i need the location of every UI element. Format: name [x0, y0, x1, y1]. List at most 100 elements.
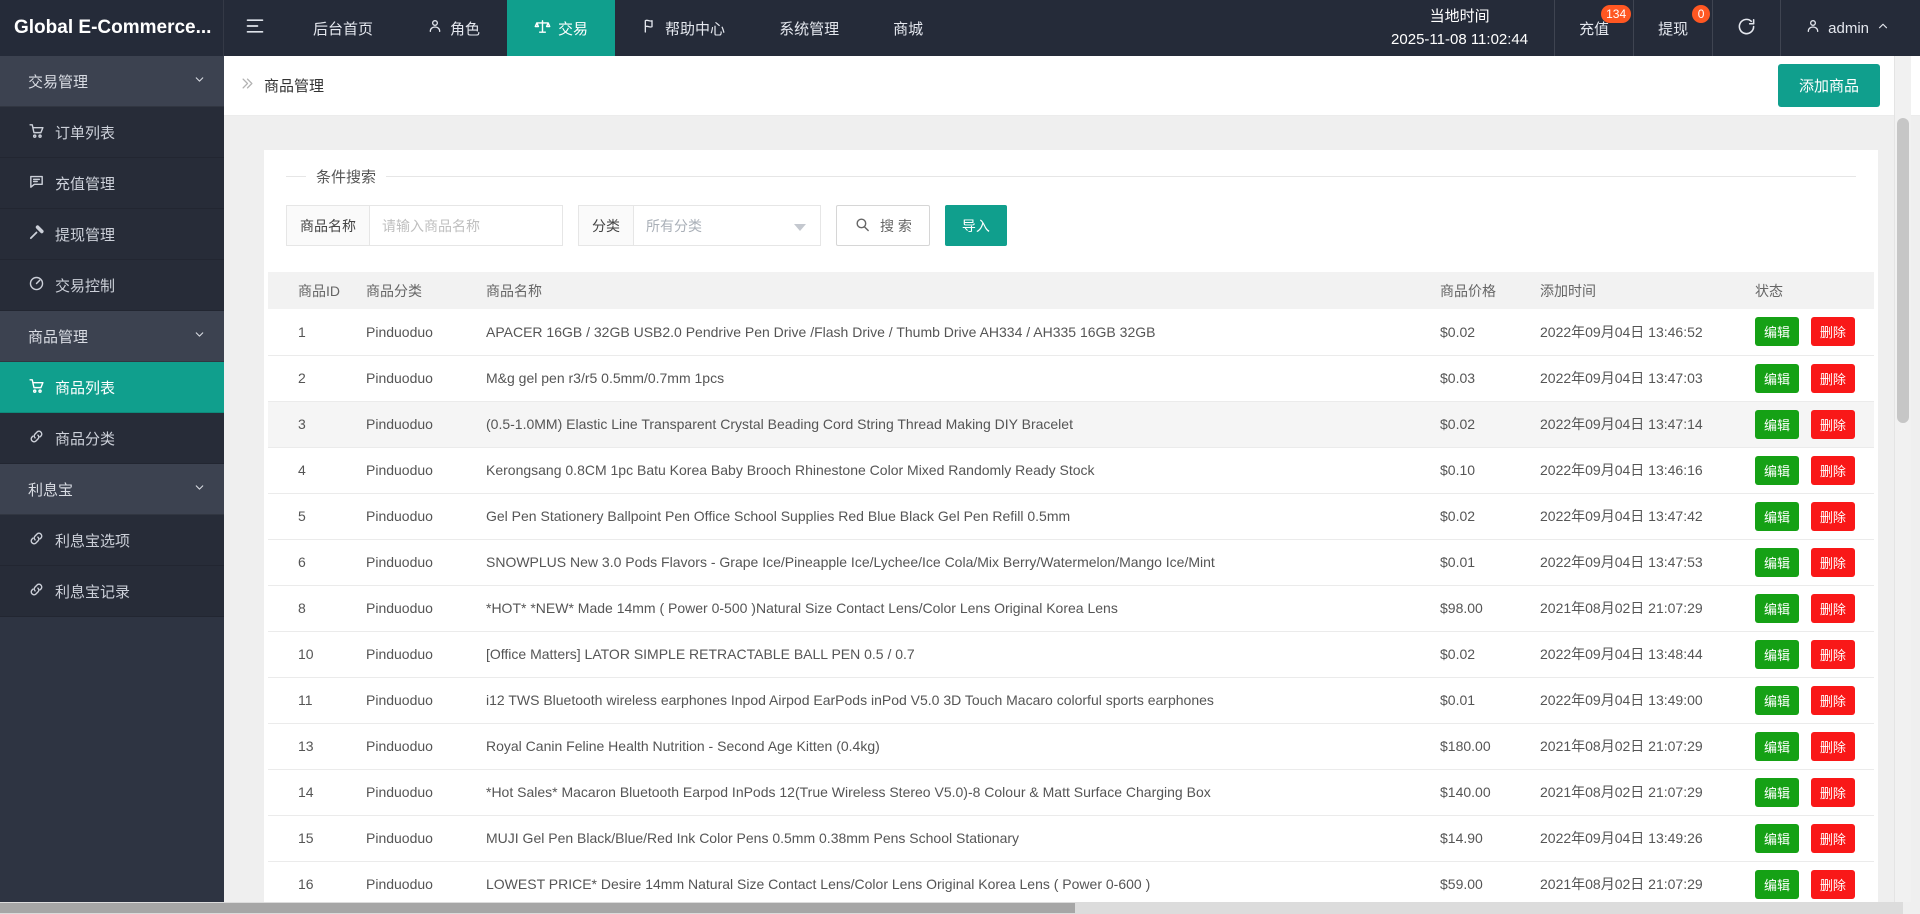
nav-item-trade[interactable]: 交易 — [507, 0, 616, 56]
add-product-button[interactable]: 添加商品 — [1777, 64, 1880, 107]
delete-button[interactable]: 删除 — [1810, 731, 1855, 761]
nav-item-mall[interactable]: 商城 — [866, 0, 950, 56]
edit-button[interactable]: 编辑 — [1755, 869, 1800, 899]
horizontal-scrollbar-thumb[interactable] — [0, 903, 1075, 913]
cell-product-name: LOWEST PRICE* Desire 14mm Natural Size C… — [478, 861, 1432, 908]
nav-item-roles[interactable]: 角色 — [400, 0, 507, 56]
product-name-group: 商品名称 — [286, 205, 563, 246]
nav-item-system[interactable]: 系统管理 — [752, 0, 866, 56]
delete-button[interactable]: 删除 — [1810, 685, 1855, 715]
breadcrumb: 商品管理 — [240, 75, 324, 96]
cell-product-price: $0.01 — [1432, 677, 1532, 724]
delete-button[interactable]: 删除 — [1810, 455, 1855, 485]
table-row: 1 Pinduoduo APACER 16GB / 32GB USB2.0 Pe… — [268, 309, 1874, 356]
sidebar-item-order-list[interactable]: 订单列表 — [0, 107, 224, 158]
user-menu[interactable]: admin — [1780, 0, 1920, 56]
cell-product-category: Pinduoduo — [358, 861, 478, 908]
sidebar-group-trade-management[interactable]: 交易管理 — [0, 56, 224, 107]
local-time-label: 当地时间 — [1429, 7, 1490, 25]
cell-product-category: Pinduoduo — [358, 355, 478, 402]
delete-button[interactable]: 删除 — [1810, 363, 1855, 393]
table-row: 5 Pinduoduo Gel Pen Stationery Ballpoint… — [268, 493, 1874, 540]
recharge-button[interactable]: 充值 134 — [1554, 0, 1633, 56]
nav-item-help-center[interactable]: 帮助中心 — [615, 0, 752, 56]
sidebar-item-interest-records[interactable]: 利息宝记录 — [0, 566, 224, 617]
cell-product-price: $0.02 — [1432, 493, 1532, 540]
delete-button[interactable]: 删除 — [1810, 869, 1855, 899]
edit-button[interactable]: 编辑 — [1755, 501, 1800, 531]
delete-button[interactable]: 删除 — [1810, 823, 1855, 853]
sidebar-item-trade-control[interactable]: 交易控制 — [0, 260, 224, 311]
sidebar-group-interest-treasure[interactable]: 利息宝 — [0, 464, 224, 515]
edit-button[interactable]: 编辑 — [1755, 823, 1800, 853]
product-name-label: 商品名称 — [287, 206, 370, 245]
edit-button[interactable]: 编辑 — [1755, 409, 1800, 439]
horizontal-scrollbar[interactable] — [0, 902, 1903, 914]
delete-button[interactable]: 删除 — [1810, 639, 1855, 669]
withdraw-button[interactable]: 提现 0 — [1633, 0, 1712, 56]
user-icon — [1805, 18, 1821, 38]
product-name-input[interactable] — [370, 206, 562, 245]
user-icon — [427, 18, 443, 38]
edit-button[interactable]: 编辑 — [1755, 639, 1800, 669]
edit-button[interactable]: 编辑 — [1755, 593, 1800, 623]
cell-added-time: 2021年08月02日 21:07:29 — [1532, 585, 1747, 632]
cell-added-time: 2021年08月02日 21:07:29 — [1532, 723, 1747, 770]
table-row: 14 Pinduoduo *Hot Sales* Macaron Bluetoo… — [268, 769, 1874, 816]
cell-product-name: *HOT* *NEW* Made 14mm ( Power 0-500 )Nat… — [478, 585, 1432, 632]
gavel-icon — [28, 224, 45, 245]
edit-button[interactable]: 编辑 — [1755, 731, 1800, 761]
cell-product-name: Royal Canin Feline Health Nutrition - Se… — [478, 723, 1432, 770]
scales-icon — [534, 18, 551, 39]
cell-product-id: 8 — [268, 585, 358, 632]
cell-product-price: $14.90 — [1432, 815, 1532, 862]
edit-button[interactable]: 编辑 — [1755, 455, 1800, 485]
main-area: 商品管理 添加商品 条件搜索 商品名称 分类 所有分 — [224, 56, 1920, 914]
delete-button[interactable]: 删除 — [1810, 501, 1855, 531]
sidebar-item-interest-options[interactable]: 利息宝选项 — [0, 515, 224, 566]
vertical-scrollbar[interactable] — [1894, 56, 1911, 902]
sidebar-item-recharge-management[interactable]: 充值管理 — [0, 158, 224, 209]
cell-product-price: $180.00 — [1432, 723, 1532, 770]
cell-product-id: 16 — [268, 861, 358, 908]
vertical-scrollbar-thumb[interactable] — [1897, 118, 1909, 423]
refresh-button[interactable] — [1712, 0, 1780, 56]
category-select[interactable]: 所有分类 — [634, 206, 820, 245]
edit-button[interactable]: 编辑 — [1755, 777, 1800, 807]
cell-added-time: 2022年09月04日 13:48:44 — [1532, 631, 1747, 678]
top-bar: Global E-Commerce... 后台首页 角色 交易 帮助中心 系统管… — [0, 0, 1920, 56]
table-row: 10 Pinduoduo [Office Matters] LATOR SIMP… — [268, 631, 1874, 678]
sidebar-group-product-management[interactable]: 商品管理 — [0, 311, 224, 362]
table-header-row: 商品ID 商品分类 商品名称 商品价格 添加时间 状态 — [268, 272, 1874, 309]
cart-icon — [28, 122, 45, 143]
sidebar-item-withdraw-management[interactable]: 提现管理 — [0, 209, 224, 260]
cell-product-name: Gel Pen Stationery Ballpoint Pen Office … — [478, 493, 1432, 540]
edit-button[interactable]: 编辑 — [1755, 685, 1800, 715]
flag-icon — [642, 18, 658, 38]
edit-button[interactable]: 编辑 — [1755, 547, 1800, 577]
delete-button[interactable]: 删除 — [1810, 777, 1855, 807]
local-time-value: 2025-11-08 11:02:44 — [1391, 31, 1529, 48]
delete-button[interactable]: 删除 — [1810, 547, 1855, 577]
import-button[interactable]: 导入 — [944, 205, 1007, 246]
delete-button[interactable]: 删除 — [1810, 409, 1855, 439]
cell-status: 编辑 删除 — [1747, 493, 1874, 540]
delete-button[interactable]: 删除 — [1810, 317, 1855, 347]
edit-button[interactable]: 编辑 — [1755, 363, 1800, 393]
cell-product-price: $98.00 — [1432, 585, 1532, 632]
cell-status: 编辑 删除 — [1747, 815, 1874, 862]
cell-status: 编辑 删除 — [1747, 861, 1874, 908]
cell-product-id: 10 — [268, 631, 358, 678]
edit-button[interactable]: 编辑 — [1755, 317, 1800, 347]
sidebar-item-product-list[interactable]: 商品列表 — [0, 362, 224, 413]
cell-product-price: $0.02 — [1432, 309, 1532, 356]
cell-product-category: Pinduoduo — [358, 493, 478, 540]
menu-toggle-button[interactable] — [224, 0, 286, 56]
search-button[interactable]: 搜 索 — [836, 205, 930, 246]
gauge-icon — [28, 275, 45, 296]
cell-product-name: MUJI Gel Pen Black/Blue/Red Ink Color Pe… — [478, 815, 1432, 862]
cell-status: 编辑 删除 — [1747, 401, 1874, 448]
delete-button[interactable]: 删除 — [1810, 593, 1855, 623]
nav-item-dashboard[interactable]: 后台首页 — [286, 0, 400, 56]
sidebar-item-product-category[interactable]: 商品分类 — [0, 413, 224, 464]
